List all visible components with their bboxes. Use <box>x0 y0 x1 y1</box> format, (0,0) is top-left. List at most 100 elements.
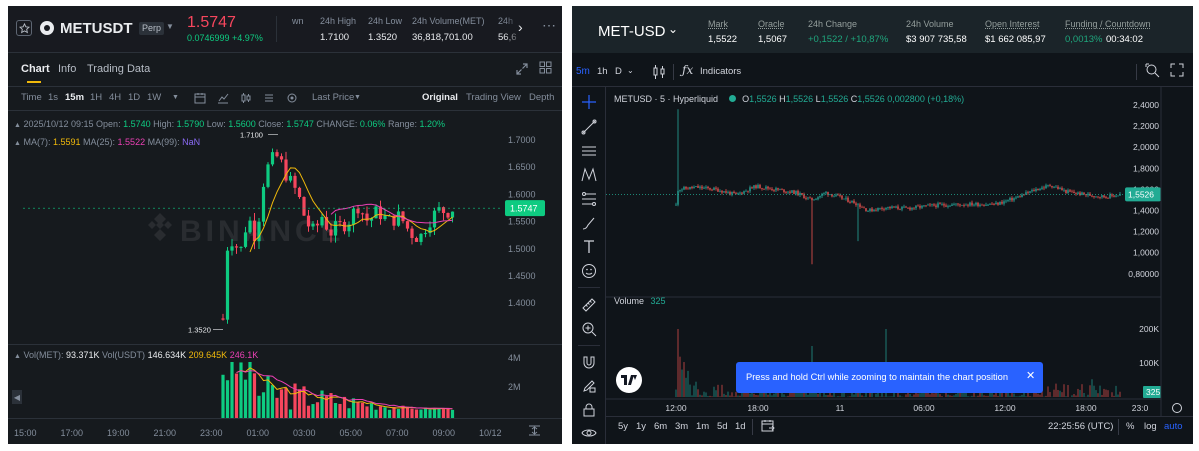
candle-body <box>679 190 681 192</box>
chart-settings-gear-icon[interactable] <box>1172 403 1182 413</box>
candle-body <box>995 202 997 205</box>
price-type-dropdown-icon[interactable]: ▼ <box>354 94 361 101</box>
more-options-icon[interactable]: ⋯ <box>542 18 556 32</box>
candle-body <box>963 204 965 206</box>
reset-scale-icon[interactable] <box>528 424 541 442</box>
tf-15m[interactable]: 15m <box>65 93 84 103</box>
candle-body <box>953 204 955 206</box>
range-5d[interactable]: 5d <box>717 422 728 432</box>
timeframe-dropdown-icon[interactable]: ▼ <box>172 94 179 101</box>
volume-bar <box>771 395 773 397</box>
scroll-left-button[interactable]: ◀ <box>12 390 22 404</box>
screenshot-zoom-icon[interactable] <box>1145 63 1160 83</box>
candle-body <box>266 164 270 187</box>
funding-label: Funding / Countdown <box>1065 19 1151 29</box>
range-1d[interactable]: 1d <box>735 422 746 432</box>
tab-trading-data[interactable]: Trading Data <box>87 64 150 75</box>
horizontal-lines-icon[interactable] <box>580 142 598 160</box>
candle-body <box>811 197 813 201</box>
pitchfork-icon[interactable] <box>580 166 598 184</box>
fib-retracement-icon[interactable] <box>580 190 598 208</box>
tf-1w[interactable]: 1W <box>147 93 161 103</box>
market-dropdown-chevron-icon[interactable]: ⌄ <box>668 23 678 35</box>
view-trading-view[interactable]: Trading View <box>466 93 521 103</box>
indicators-fx-icon[interactable]: ƒx <box>682 63 693 77</box>
candle-body <box>761 188 763 189</box>
text-tool-icon[interactable] <box>580 238 598 256</box>
crosshair-icon[interactable] <box>580 93 598 111</box>
candle-body <box>955 203 957 205</box>
visibility-eye-icon[interactable] <box>580 424 598 442</box>
candle-body <box>863 207 865 209</box>
calendar-icon[interactable] <box>194 91 206 109</box>
tf-1h[interactable]: 1H <box>90 93 102 103</box>
auto-scale-toggle[interactable]: auto <box>1164 422 1183 432</box>
candle-body <box>781 189 783 191</box>
tab-chart[interactable]: Chart <box>21 64 50 75</box>
volume-axis-label: 100K <box>1139 358 1159 368</box>
percent-scale-toggle[interactable]: % <box>1126 422 1134 432</box>
zoom-in-icon[interactable] <box>580 320 598 338</box>
candle-body <box>432 210 437 228</box>
date-range-calendar-icon[interactable] <box>761 419 775 438</box>
stat-24h-volume-label: 24h Volume(MET) <box>412 16 485 26</box>
emoji-icon[interactable] <box>580 262 598 280</box>
tf-1s[interactable]: 1s <box>48 93 58 103</box>
view-depth[interactable]: Depth <box>529 93 554 103</box>
ruler-icon[interactable] <box>580 296 598 314</box>
brush-icon[interactable] <box>580 214 598 232</box>
interval-1h[interactable]: 1h <box>597 67 608 77</box>
volume-bar <box>731 392 733 397</box>
tab-info[interactable]: Info <box>58 64 76 75</box>
interval-dropdown-icon[interactable]: ⌄ <box>627 67 634 75</box>
layout-grid-icon[interactable] <box>539 61 552 74</box>
trend-line-icon[interactable] <box>580 118 598 136</box>
volume-bar <box>877 392 879 397</box>
volume-bar <box>853 394 855 397</box>
fullscreen-icon[interactable] <box>1170 63 1184 82</box>
range-3m[interactable]: 3m <box>675 422 688 432</box>
candle-body <box>1021 194 1023 198</box>
binance-candle-chart[interactable]: BINANCE 1.71001.3520 1.70001.65001.60001… <box>8 110 562 444</box>
view-original[interactable]: Original <box>422 93 458 103</box>
tf-1d[interactable]: 1D <box>128 93 140 103</box>
chart-type-candles-icon[interactable] <box>652 64 666 85</box>
volume-bar <box>266 376 270 418</box>
tradingview-logo-icon[interactable] <box>616 367 642 393</box>
interval-d[interactable]: D <box>615 67 622 77</box>
close-tooltip-icon[interactable]: ✕ <box>1026 371 1035 382</box>
volume-bar <box>891 396 893 397</box>
symbol-dropdown-icon[interactable]: ▼ <box>166 23 174 31</box>
vol-collapse-icon[interactable]: ▲ <box>14 353 21 360</box>
indicator-icon[interactable] <box>217 91 229 109</box>
range-6m[interactable]: 6m <box>654 422 667 432</box>
lock-drawing-pencil-icon[interactable] <box>580 377 598 395</box>
candle-body <box>693 186 695 188</box>
candle-type-icon[interactable] <box>240 91 252 109</box>
price-type-select[interactable]: Last Price <box>312 93 354 103</box>
candle-body <box>705 186 707 188</box>
favorite-star-icon[interactable] <box>16 20 32 36</box>
candle-body <box>981 204 983 206</box>
utc-clock[interactable]: 22:25:56 (UTC) <box>1048 422 1113 432</box>
interval-5m[interactable]: 5m <box>576 67 590 77</box>
indicators-button[interactable]: Indicators <box>700 67 741 77</box>
magnet-icon[interactable] <box>580 353 598 371</box>
candle-body <box>825 192 827 194</box>
candle-body <box>1117 195 1119 197</box>
candle-body <box>907 207 909 209</box>
range-1y[interactable]: 1y <box>636 422 646 432</box>
draw-tools-icon[interactable] <box>263 91 275 109</box>
lock-icon[interactable] <box>580 401 598 419</box>
tf-4h[interactable]: 4H <box>109 93 121 103</box>
range-5y[interactable]: 5y <box>618 422 628 432</box>
settings-gear-icon[interactable] <box>286 91 298 109</box>
volume-bar <box>1057 389 1059 397</box>
symbol-name[interactable]: METUSDT <box>60 21 133 36</box>
scroll-right-chevron-icon[interactable]: › <box>518 20 523 34</box>
range-1m[interactable]: 1m <box>696 422 709 432</box>
log-scale-toggle[interactable]: log <box>1144 422 1157 432</box>
volume-bar <box>1099 385 1101 397</box>
market-symbol[interactable]: MET-USD <box>598 24 666 39</box>
expand-icon[interactable] <box>516 62 528 75</box>
